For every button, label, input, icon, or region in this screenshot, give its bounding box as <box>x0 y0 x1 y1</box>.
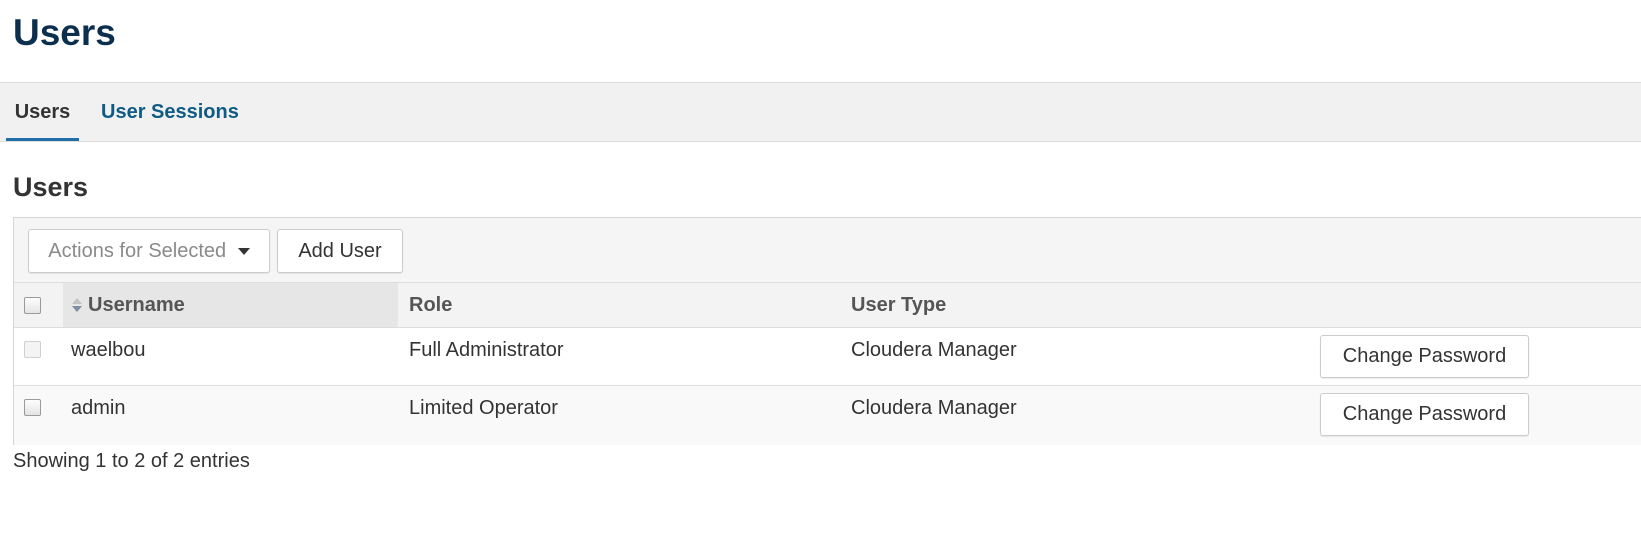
column-header-role: Role <box>409 294 453 316</box>
tab-bar: Users User Sessions <box>0 82 1641 142</box>
add-user-button[interactable]: Add User <box>277 229 403 273</box>
table-toolbar: Actions for Selected Add User <box>14 218 1641 283</box>
column-header-username-label: Username <box>88 294 185 316</box>
row-checkbox[interactable] <box>24 399 41 416</box>
table-row: waelbou Full Administrator Cloudera Mana… <box>14 328 1641 386</box>
column-header-user-type: User Type <box>851 294 947 316</box>
cell-user-type: Cloudera Manager <box>851 397 1017 419</box>
cell-user-type: Cloudera Manager <box>851 339 1017 361</box>
cell-username: waelbou <box>71 339 146 361</box>
actions-for-selected-button[interactable]: Actions for Selected <box>28 229 270 273</box>
page-title: Users <box>13 12 116 53</box>
actions-for-selected-label: Actions for Selected <box>48 240 227 262</box>
sort-both-icon <box>72 297 82 313</box>
table-row: admin Limited Operator Cloudera Manager … <box>14 386 1641 445</box>
users-table-panel: Actions for Selected Add User Username R… <box>13 217 1641 445</box>
table-header: Username Role User Type <box>14 283 1641 328</box>
row-checkbox <box>24 341 41 358</box>
section-title: Users <box>13 172 89 202</box>
caret-down-icon <box>237 248 250 256</box>
cell-role: Full Administrator <box>409 339 564 361</box>
cell-username: admin <box>71 397 126 419</box>
change-password-button[interactable]: Change Password <box>1320 335 1529 378</box>
tab-user-sessions[interactable]: User Sessions <box>101 83 239 141</box>
tab-users[interactable]: Users <box>6 83 79 141</box>
cell-role: Limited Operator <box>409 397 558 419</box>
select-all-checkbox[interactable] <box>24 297 41 314</box>
table-info: Showing 1 to 2 of 2 entries <box>13 450 250 472</box>
change-password-button[interactable]: Change Password <box>1320 393 1529 436</box>
column-header-username[interactable]: Username <box>63 283 398 327</box>
